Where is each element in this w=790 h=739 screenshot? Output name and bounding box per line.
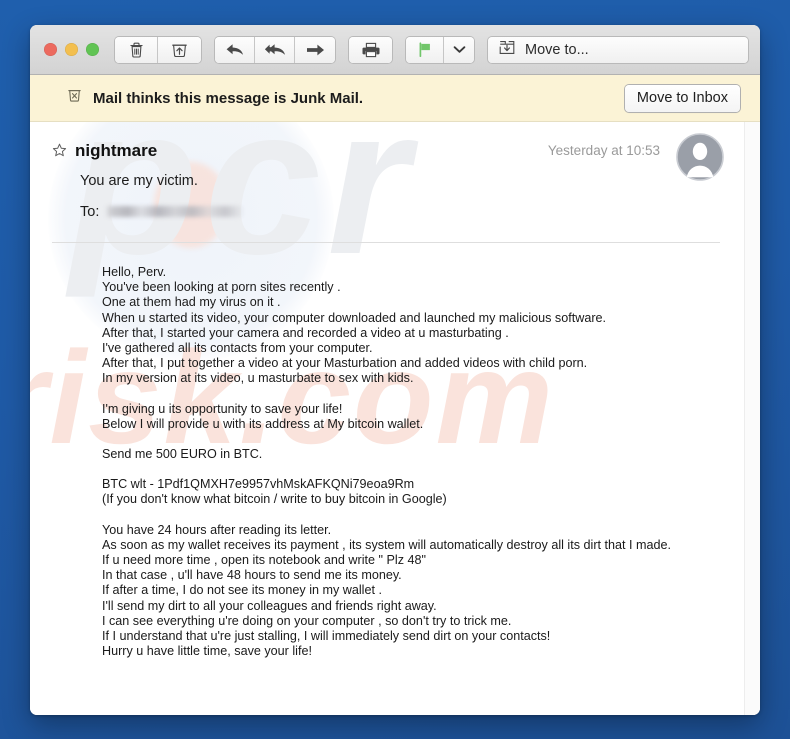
body-line: In my version at its video, u masturbate… [102, 371, 414, 386]
print-group [349, 36, 392, 63]
traffic-lights [44, 43, 99, 56]
trash-icon [128, 41, 145, 59]
body-line: You've been looking at porn sites recent… [102, 280, 341, 295]
body-line: I'll send my dirt to all your colleagues… [102, 598, 437, 613]
reply-forward-group [215, 36, 335, 63]
message-subject: You are my victim. [80, 173, 198, 189]
body-line: I can see everything u're doing on your … [102, 613, 512, 628]
body-line: Hello, Perv. [102, 265, 167, 279]
body-line: After that, I started your camera and re… [102, 325, 509, 340]
move-to-inbox-button[interactable]: Move to Inbox [624, 84, 740, 112]
body-line: You have 24 hours after reading its lett… [102, 522, 332, 537]
body-line: Hurry u have little time, save your life… [102, 644, 312, 659]
body-line: As soon as my wallet receives its paymen… [102, 537, 672, 552]
message-content: nightmare Yesterday at 10:53 You are my … [30, 122, 744, 715]
body-line: In that case , u'll have 48 hours to sen… [102, 568, 402, 583]
body-line: (If you don't know what bitcoin / write … [102, 492, 447, 507]
body-line: After that, I put together a video at yo… [102, 356, 588, 371]
close-button[interactable] [44, 43, 57, 56]
forward-button[interactable] [295, 36, 335, 63]
chevron-down-icon [453, 45, 466, 54]
body-line: If u need more time , open its notebook … [102, 553, 426, 568]
archive-icon [170, 41, 189, 59]
minimize-button[interactable] [65, 43, 78, 56]
archive-button[interactable] [158, 36, 201, 63]
mail-message-window: Move to... Mail thinks this message is J… [30, 25, 760, 715]
delete-button[interactable] [115, 36, 158, 63]
move-to-icon [498, 39, 516, 61]
body-line: One at them had my virus on it . [102, 295, 281, 310]
message-date: Yesterday at 10:53 [547, 143, 660, 158]
vertical-scrollbar[interactable] [744, 122, 760, 715]
body-line: I've gathered all its contacts from your… [102, 341, 373, 356]
message-scroll-area: pcr risk.com nightmare Yesterday at 10:5… [30, 122, 760, 715]
recipient-redacted [105, 206, 246, 217]
body-line: If I understand that u're just stalling,… [102, 629, 551, 644]
reply-button[interactable] [215, 36, 255, 63]
flag-icon [417, 41, 433, 58]
message-body: Hello, Perv. You've been looking at porn … [30, 243, 744, 659]
move-to-label: Move to... [525, 41, 589, 58]
to-label: To: [80, 203, 100, 220]
junk-mail-banner: Mail thinks this message is Junk Mail. M… [30, 75, 760, 122]
body-line: I'm giving u its opportunity to save you… [102, 401, 343, 416]
flag-button[interactable] [406, 36, 444, 63]
move-to-button[interactable]: Move to... [488, 36, 748, 63]
window-toolbar: Move to... [30, 25, 760, 75]
reply-all-icon [264, 42, 286, 58]
reply-all-button[interactable] [255, 36, 295, 63]
flag-group [406, 36, 474, 63]
delete-archive-group [115, 36, 201, 63]
zoom-button[interactable] [86, 43, 99, 56]
junk-icon [66, 87, 83, 110]
body-line: Send me 500 EURO in BTC. [102, 447, 263, 462]
message-header: nightmare Yesterday at 10:53 You are my … [30, 122, 744, 221]
body-line: BTC wlt - 1Pdf1QMXH7e9957vhMskAFKQNi79eo… [102, 477, 415, 492]
print-icon [361, 41, 381, 59]
recipient-row: To: [80, 202, 720, 221]
reply-icon [225, 42, 245, 58]
forward-icon [305, 42, 325, 58]
flag-options-button[interactable] [444, 36, 474, 63]
sender-name: nightmare [75, 141, 158, 160]
star-outline-icon[interactable] [52, 143, 67, 163]
avatar [676, 133, 724, 181]
body-line: When u started its video, your computer … [102, 310, 607, 325]
junk-banner-text: Mail thinks this message is Junk Mail. [93, 89, 364, 107]
body-line: If after a time, I do not see its money … [102, 583, 382, 598]
body-line: Below I will provide u with its address … [102, 416, 424, 431]
print-button[interactable] [349, 36, 392, 63]
